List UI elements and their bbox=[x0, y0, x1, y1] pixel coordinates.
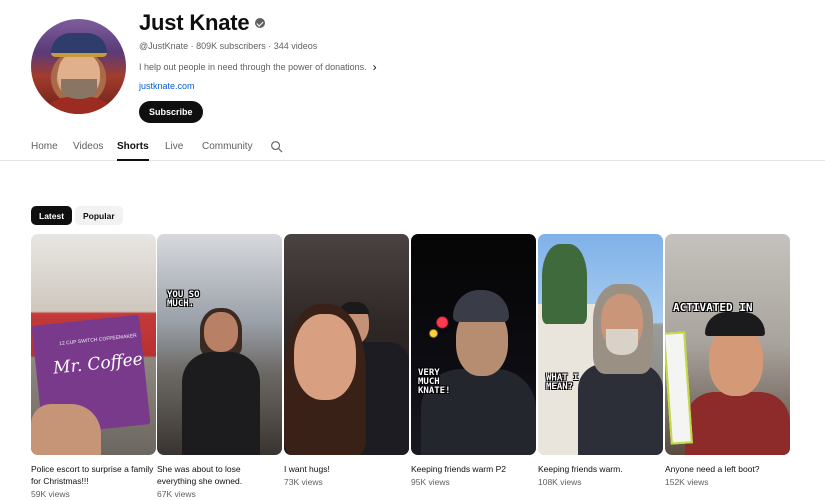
short-title[interactable]: Keeping friends warm P2 bbox=[411, 463, 536, 475]
short-thumbnail[interactable] bbox=[284, 234, 409, 455]
short-thumbnail[interactable]: YOU SO MUCH. bbox=[157, 234, 282, 455]
thumb-caption: ACTIVATED IN bbox=[673, 301, 753, 314]
short-thumbnail[interactable]: WHAT I MEAN? bbox=[538, 234, 663, 455]
short-item[interactable]: 12 CUP SWITCH COFFEEMAKER Mr. Coffee Pol… bbox=[31, 234, 156, 499]
short-views: 108K views bbox=[538, 477, 582, 487]
channel-title-row: Just Knate bbox=[139, 10, 266, 36]
channel-description-text: I help out people in need through the po… bbox=[139, 62, 367, 72]
chip-popular[interactable]: Popular bbox=[75, 206, 123, 225]
thumb-beard bbox=[606, 329, 638, 355]
tab-live[interactable]: Live bbox=[165, 141, 183, 152]
tab-shorts[interactable]: Shorts bbox=[117, 141, 149, 161]
thumb-cap bbox=[705, 312, 765, 336]
thumb-face bbox=[709, 326, 763, 396]
short-title[interactable]: I want hugs! bbox=[284, 463, 409, 475]
channel-meta: @JustKnate · 809K subscribers · 344 vide… bbox=[139, 41, 318, 51]
channel-tabs: Home Videos Shorts Live Community bbox=[0, 134, 825, 161]
short-views: 73K views bbox=[284, 477, 323, 487]
thumb-product bbox=[665, 331, 693, 445]
short-views: 95K views bbox=[411, 477, 450, 487]
short-thumbnail[interactable]: 12 CUP SWITCH COFFEEMAKER Mr. Coffee bbox=[31, 234, 156, 455]
avatar-shirt bbox=[39, 97, 119, 114]
tab-community[interactable]: Community bbox=[202, 141, 253, 152]
channel-description[interactable]: I help out people in need through the po… bbox=[139, 60, 377, 74]
thumb-person bbox=[182, 308, 260, 455]
short-title[interactable]: Anyone need a left boot? bbox=[665, 463, 790, 475]
thumb-face bbox=[294, 314, 356, 400]
channel-avatar[interactable] bbox=[31, 19, 126, 114]
short-views: 67K views bbox=[157, 489, 196, 499]
thumb-caption: YOU SO MUCH. bbox=[167, 290, 200, 309]
thumb-caption: WHAT I MEAN? bbox=[546, 373, 579, 392]
short-item[interactable]: YOU SO MUCH. She was about to lose every… bbox=[157, 234, 282, 499]
subscribe-button[interactable]: Subscribe bbox=[139, 101, 203, 123]
short-views: 152K views bbox=[665, 477, 709, 487]
thumb-tree bbox=[542, 244, 587, 324]
short-thumbnail[interactable]: VERY MUCH KNATE! bbox=[411, 234, 536, 455]
short-title[interactable]: She was about to lose everything she own… bbox=[157, 463, 282, 487]
avatar-cap bbox=[51, 33, 107, 57]
chevron-right-icon[interactable]: › bbox=[373, 60, 377, 74]
thumb-beanie bbox=[453, 290, 509, 322]
short-item[interactable]: WHAT I MEAN? Keeping friends warm. 108K … bbox=[538, 234, 663, 487]
avatar-beard bbox=[61, 79, 97, 99]
search-icon[interactable] bbox=[270, 140, 283, 153]
channel-name: Just Knate bbox=[139, 10, 250, 35]
short-item[interactable]: ACTIVATED IN Anyone need a left boot? 15… bbox=[665, 234, 790, 487]
short-item[interactable]: VERY MUCH KNATE! Keeping friends warm P2… bbox=[411, 234, 536, 487]
thumb-hand bbox=[31, 404, 101, 455]
short-views: 59K views bbox=[31, 489, 70, 499]
channel-link[interactable]: justknate.com bbox=[139, 81, 195, 91]
short-item[interactable]: I want hugs! 73K views bbox=[284, 234, 409, 487]
verified-icon bbox=[255, 18, 266, 28]
thumb-caption: VERY MUCH KNATE! bbox=[418, 368, 451, 396]
chip-latest[interactable]: Latest bbox=[31, 206, 73, 225]
short-thumbnail[interactable]: ACTIVATED IN bbox=[665, 234, 790, 455]
tab-home[interactable]: Home bbox=[31, 141, 58, 152]
short-title[interactable]: Police escort to surprise a family for C… bbox=[31, 463, 156, 487]
short-title[interactable]: Keeping friends warm. bbox=[538, 463, 663, 475]
tab-videos[interactable]: Videos bbox=[73, 141, 103, 152]
thumb-head bbox=[204, 312, 238, 352]
thumb-shirt bbox=[685, 392, 790, 455]
thumb-body bbox=[182, 352, 260, 455]
